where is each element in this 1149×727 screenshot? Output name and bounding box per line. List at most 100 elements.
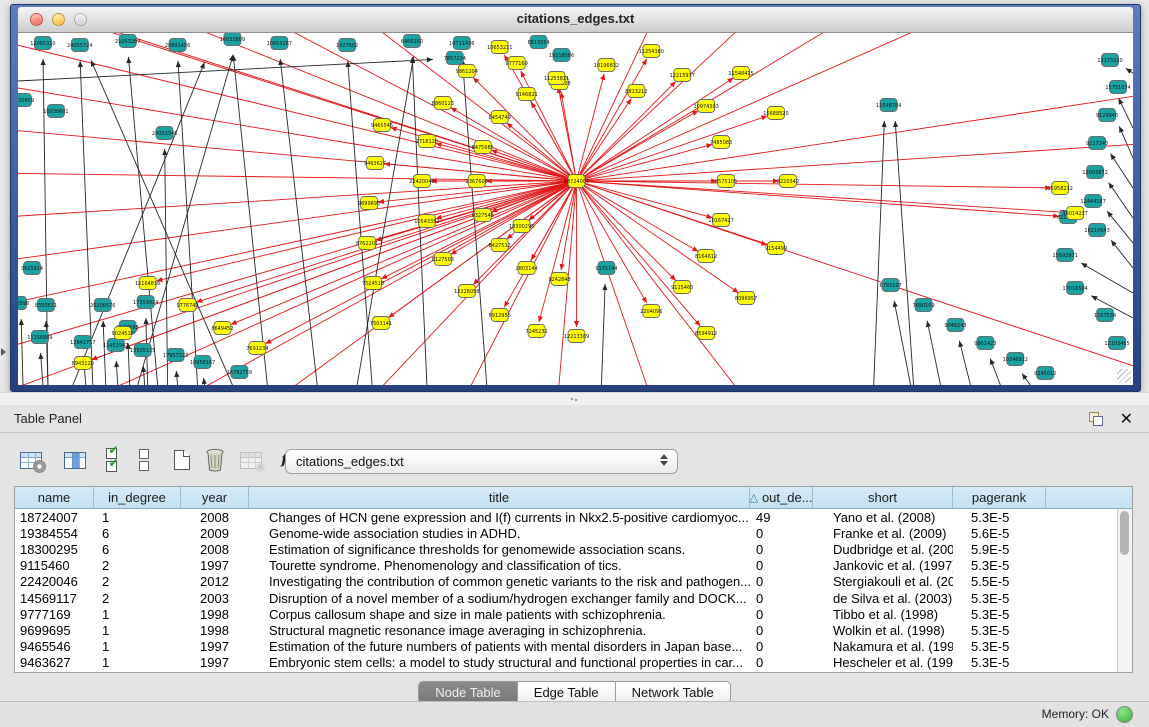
network-node-label: 20206576 — [90, 303, 115, 309]
window-titlebar[interactable]: citations_edges.txt — [18, 7, 1133, 33]
network-canvas[interactable]: 1206531024055724210532872069140616033809… — [18, 33, 1133, 385]
network-node-label: 10958167 — [190, 360, 215, 366]
edge-arrowhead-icon — [162, 149, 167, 155]
show-column-icon[interactable] — [60, 446, 90, 474]
column-header-in_degree[interactable]: in_degree — [94, 487, 181, 508]
network-node-label: 11548415 — [728, 71, 753, 77]
column-header-year[interactable]: year — [181, 487, 249, 508]
edge-arrowhead-icon — [78, 61, 83, 67]
network-node-label: 9146821 — [516, 92, 538, 98]
network-node-label: 8813212 — [625, 89, 647, 95]
cell-year: 2008 — [181, 510, 249, 525]
edge-arrowhead-icon — [1111, 240, 1117, 246]
network-edge — [1109, 183, 1133, 218]
table-row[interactable]: 946554611997Estimation of the future num… — [15, 639, 1132, 655]
network-node-label: 8220342 — [777, 179, 799, 185]
network-node-label: 17957223 — [163, 353, 188, 359]
cell-pagerank: 5.3E-5 — [953, 623, 1046, 638]
table-row[interactable]: 1938455462009Genome-wide association stu… — [15, 525, 1132, 541]
delete-column-icon[interactable] — [202, 446, 228, 474]
table-row[interactable]: 911546021997Tourette syndrome. Phenomeno… — [15, 558, 1132, 574]
scrollbar-thumb[interactable] — [1120, 511, 1129, 555]
cell-in_degree: 6 — [94, 526, 181, 541]
table-row[interactable]: 977716911998Corpus callosum shape and si… — [15, 606, 1132, 622]
network-node-label: 12103455 — [1104, 341, 1129, 347]
cell-title: Changes of HCN gene expression and I(f) … — [249, 510, 750, 525]
network-edge — [576, 181, 646, 303]
cell-short: Stergiakouli et al. (2012) — [813, 574, 953, 589]
cell-short: Franke et al. (2009) — [813, 526, 953, 541]
network-edge — [1107, 211, 1133, 243]
resize-grip[interactable] — [1117, 369, 1131, 383]
cell-out_degree: 0 — [750, 574, 813, 589]
table-row[interactable]: 1830029562008Estimation of significance … — [15, 541, 1132, 557]
close-panel-icon[interactable]: ✕ — [1120, 409, 1133, 429]
splitter-handle-icon[interactable] — [570, 397, 580, 402]
edge-arrowhead-icon — [143, 318, 148, 324]
cell-name: 14569117 — [15, 591, 94, 606]
memory-ok-indicator-icon — [1116, 706, 1133, 723]
window-title: citations_edges.txt — [18, 11, 1133, 26]
network-node-label: 8649452 — [211, 326, 233, 332]
cell-name: 9699695 — [15, 623, 94, 638]
edge-arrowhead-icon — [893, 121, 898, 127]
network-edge — [1081, 263, 1133, 293]
network-node-label: 1167534 — [1094, 313, 1116, 319]
network-node-label: 15692971 — [1053, 253, 1078, 259]
vertical-scrollbar[interactable] — [1117, 509, 1132, 672]
edge-arrowhead-icon — [893, 301, 898, 307]
cell-short: Yano et al. (2008) — [813, 510, 953, 525]
table-row[interactable]: 1456911722003Disruption of a novel membe… — [15, 590, 1132, 606]
select-all-icon[interactable]: ✔✔ — [100, 446, 122, 474]
network-node-label: 9776742 — [176, 303, 198, 309]
table-source-dropdown[interactable]: citations_edges.txt — [285, 449, 678, 474]
network-node-label: 8350511 — [35, 303, 57, 309]
network-node-label: 8762201 — [356, 241, 378, 247]
column-header-title[interactable]: title — [249, 487, 750, 508]
cell-pagerank: 5.3E-5 — [953, 655, 1046, 670]
network-edge — [894, 301, 910, 385]
edge-arrowhead-icon — [692, 110, 698, 115]
network-edge — [895, 121, 913, 385]
horizontal-splitter[interactable] — [0, 392, 1149, 405]
table-row[interactable]: 946362711997Embryonic stem cells: a mode… — [15, 655, 1132, 671]
network-node-label: 2718120 — [416, 139, 438, 145]
network-edge — [576, 59, 646, 181]
table-toolbar: ✔✔ ✕ f(x) — [8, 441, 310, 479]
table-row[interactable]: 969969511998Structural magnetic resonanc… — [15, 622, 1132, 638]
table-settings-icon[interactable] — [16, 446, 46, 474]
cell-short: Jankovic et al. (1997) — [813, 558, 953, 573]
network-edge — [576, 181, 656, 385]
network-node-label: 15688520 — [763, 111, 788, 117]
network-node-label: 13505135 — [130, 348, 155, 354]
new-column-icon[interactable] — [170, 446, 194, 474]
unselect-all-icon[interactable] — [136, 446, 152, 474]
column-header-out_degree[interactable]: △out_de... — [750, 487, 813, 508]
network-node-label: 15958212 — [1048, 186, 1073, 192]
network-node-label: 8427512 — [489, 243, 511, 249]
memory-status-label: Memory: OK — [1042, 707, 1109, 721]
left-panel-expand-icon[interactable] — [1, 348, 6, 356]
network-node-label: 12215977 — [670, 73, 695, 79]
cell-pagerank: 5.3E-5 — [953, 558, 1046, 573]
cell-name: 19384554 — [15, 526, 94, 541]
column-header-short[interactable]: short — [813, 487, 953, 508]
cell-year: 2012 — [181, 574, 249, 589]
cell-short: Nakamura et al. (1997) — [813, 639, 953, 654]
edge-arrowhead-icon — [727, 78, 733, 83]
float-panel-icon[interactable] — [1089, 412, 1103, 426]
application-window: citations_edges.txt 12065310240557242105… — [0, 0, 1149, 727]
cell-in_degree: 1 — [94, 639, 181, 654]
network-edge — [21, 319, 23, 385]
network-node-label: 9861423 — [974, 341, 996, 347]
cell-title: Estimation of significance thresholds fo… — [249, 542, 750, 557]
citation-network-graph[interactable]: 1206531024055724210532872069140616033809… — [18, 33, 1133, 385]
column-header-pagerank[interactable]: pagerank — [953, 487, 1046, 508]
table-row[interactable]: 2242004622012Investigating the contribut… — [15, 574, 1132, 590]
cell-in_degree: 1 — [94, 607, 181, 622]
column-header-name[interactable]: name — [15, 487, 94, 508]
network-node-label: 10543382 — [414, 219, 439, 225]
network-node-label: 2204096 — [640, 309, 662, 315]
table-row[interactable]: 1872400712008Changes of HCN gene express… — [15, 509, 1132, 525]
network-node-label: 10030601 — [43, 109, 68, 115]
